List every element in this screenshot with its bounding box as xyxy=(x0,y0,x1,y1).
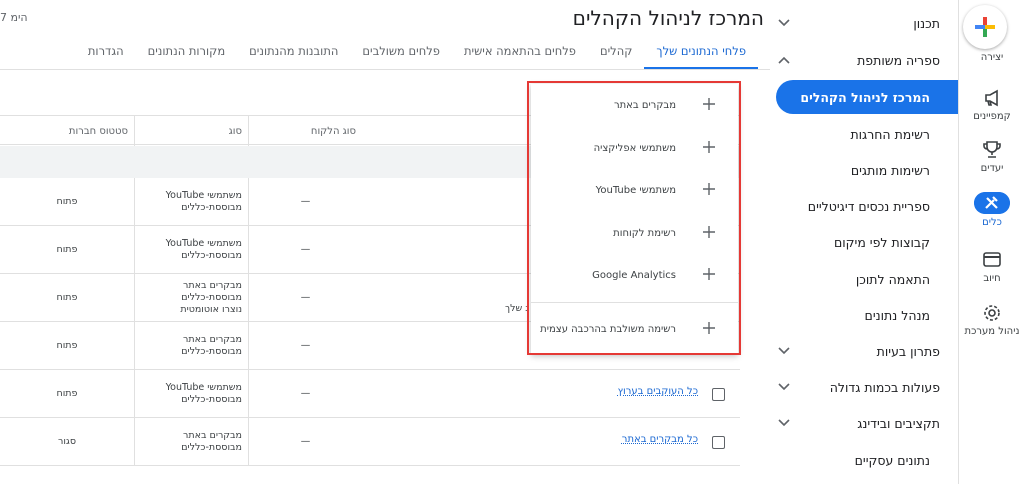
tab-bar: פלחי הנתונים שלך קהלים פלחים בהתאמה אישי… xyxy=(0,38,758,70)
create-item[interactable]: יצירה xyxy=(959,0,1024,70)
status-cell: פתוח xyxy=(56,340,78,352)
chevron-down-icon xyxy=(778,19,790,27)
tab-your-data-segments[interactable]: פלחי הנתונים שלך xyxy=(644,38,758,70)
customer-type-cell: — xyxy=(248,370,362,418)
date-range-note[interactable]: 7 הימ xyxy=(0,11,28,24)
row-checkbox[interactable] xyxy=(712,388,725,401)
type-cell: מבקרים באתר מבוססת-כללים xyxy=(134,322,248,370)
tools-icon xyxy=(974,192,1010,214)
plus-icon xyxy=(703,141,715,153)
col-customer-type[interactable]: סוג הלקוח xyxy=(248,116,362,146)
nav-item-exclusion-lists[interactable]: רשימת החרגות xyxy=(770,117,958,151)
nav-item-content-suitability[interactable]: התאמה לתוכן xyxy=(770,262,958,296)
nav-item-troubleshooting[interactable]: פתרון בעיות xyxy=(770,334,958,368)
tab-combined-segments[interactable]: פלחים משולבים xyxy=(350,38,452,70)
nav-item-data-manager[interactable]: מנהל נתונים xyxy=(770,298,958,332)
status-cell: פתוח xyxy=(56,196,78,208)
menu-divider xyxy=(531,302,738,303)
table-row: סגור מבקרים באתר מבוססת-כללים — כל מבקרים… xyxy=(0,418,740,466)
plus-icon xyxy=(703,98,715,110)
plus-icon xyxy=(703,322,715,334)
col-type[interactable]: סוג xyxy=(134,116,248,146)
nav-item-business-data[interactable]: נתונים עסקיים xyxy=(770,443,958,477)
menu-item-customer-list[interactable]: רשימת לקוחות xyxy=(531,212,738,254)
status-cell: פתוח xyxy=(56,292,78,304)
row-checkbox[interactable] xyxy=(712,436,725,449)
menu-item-website-visitors[interactable]: מבקרים באתר xyxy=(531,84,738,126)
menu-item-youtube-users[interactable]: משתמשי YouTube xyxy=(531,169,738,211)
nav-item-bulk-actions[interactable]: פעולות בכמות גדולה xyxy=(770,370,958,404)
rail-item-tools[interactable]: כלים xyxy=(959,192,1024,228)
type-cell: מבקרים באתר מבוססת-כללים xyxy=(134,418,248,466)
megaphone-icon xyxy=(985,89,998,107)
app-rail: יצירה קמפיינים יעדים כלים חיוב ניהול מער… xyxy=(958,0,1024,484)
plus-icon xyxy=(703,226,715,238)
plus-icon xyxy=(703,268,715,280)
rail-item-goals[interactable]: יעדים xyxy=(959,140,1024,174)
segment-name-link[interactable]: כל מבקרים באתר xyxy=(622,434,698,445)
tools-nav: תכנון ספריה משותפת המרכז לניהול הקהלים ר… xyxy=(770,0,958,484)
create-button[interactable] xyxy=(963,5,1007,49)
chevron-down-icon xyxy=(778,419,790,427)
credit-card-icon xyxy=(983,252,1001,267)
nav-item-shared-library[interactable]: ספריה משותפת xyxy=(770,43,958,77)
type-cell: משתמשי YouTube מבוססת-כללים xyxy=(134,226,248,274)
chevron-up-icon xyxy=(778,56,790,64)
trophy-icon xyxy=(983,141,1001,158)
menu-item-app-users[interactable]: משתמשי אפליקציה xyxy=(531,127,738,169)
create-label: יצירה xyxy=(980,52,1004,63)
rail-item-campaigns[interactable]: קמפיינים xyxy=(959,88,1024,122)
customer-type-cell: — xyxy=(248,226,362,274)
customer-type-cell: — xyxy=(248,418,362,466)
segment-name-link[interactable]: כל העוקבים בערוץ xyxy=(618,386,698,397)
plus-icon xyxy=(975,17,995,37)
type-cell: משתמשי YouTube מבוססת-כללים xyxy=(134,178,248,226)
tab-data-sources[interactable]: מקורות הנתונים xyxy=(136,38,238,70)
customer-type-cell: — xyxy=(248,178,362,226)
status-cell: פתוח xyxy=(56,388,78,400)
tab-audiences[interactable]: קהלים xyxy=(588,38,644,70)
nav-item-planning[interactable]: תכנון xyxy=(770,6,958,40)
rail-item-admin[interactable]: ניהול מערכת xyxy=(959,303,1024,337)
type-cell: משתמשי YouTube מבוססת-כללים xyxy=(134,370,248,418)
nav-item-location-groups[interactable]: קבוצות לפי מיקום xyxy=(770,225,958,259)
type-cell: מבקרים באתר מבוססת-כללים נוצרו אוטומטית xyxy=(134,274,248,322)
tab-settings[interactable]: הגדרות xyxy=(76,38,136,70)
page-title: המרכז לניהול הקהלים xyxy=(572,6,764,30)
customer-type-cell: — xyxy=(248,274,362,322)
chevron-down-icon xyxy=(778,383,790,391)
tab-custom-segments[interactable]: פלחים בהתאמה אישית xyxy=(452,38,588,70)
plus-icon xyxy=(703,183,715,195)
main-content: 7 הימ המרכז לניהול הקהלים פלחי הנתונים ש… xyxy=(0,0,770,484)
status-cell: פתוח xyxy=(56,244,78,256)
chevron-down-icon xyxy=(778,347,790,355)
nav-item-budgets-bidding[interactable]: תקציבים ובידינג xyxy=(770,406,958,440)
customer-type-cell: — xyxy=(248,322,362,370)
tab-insights[interactable]: התובנות מהנתונים xyxy=(237,38,350,70)
nav-item-brand-lists[interactable]: רשימות מותגים xyxy=(770,153,958,187)
rail-item-billing[interactable]: חיוב xyxy=(959,250,1024,284)
status-cell: סגור xyxy=(57,436,77,448)
add-segment-menu: מבקרים באתר משתמשי אפליקציה משתמשי YouTu… xyxy=(531,84,738,354)
nav-item-audience-manager[interactable]: המרכז לניהול הקהלים xyxy=(776,80,958,114)
gear-icon xyxy=(984,305,1000,321)
col-membership-status[interactable]: סטטוס חברות xyxy=(0,116,134,146)
menu-item-custom-combined-list[interactable]: רשימה משולבת בהרכבה עצמית xyxy=(531,308,738,350)
table-row: פתוח משתמשי YouTube מבוססת-כללים — כל העו… xyxy=(0,370,740,418)
tabs-divider xyxy=(0,69,770,70)
nav-item-asset-library[interactable]: ספריית נכסים דיגיטליים xyxy=(770,189,958,223)
menu-item-google-analytics[interactable]: Google Analytics xyxy=(531,254,738,296)
